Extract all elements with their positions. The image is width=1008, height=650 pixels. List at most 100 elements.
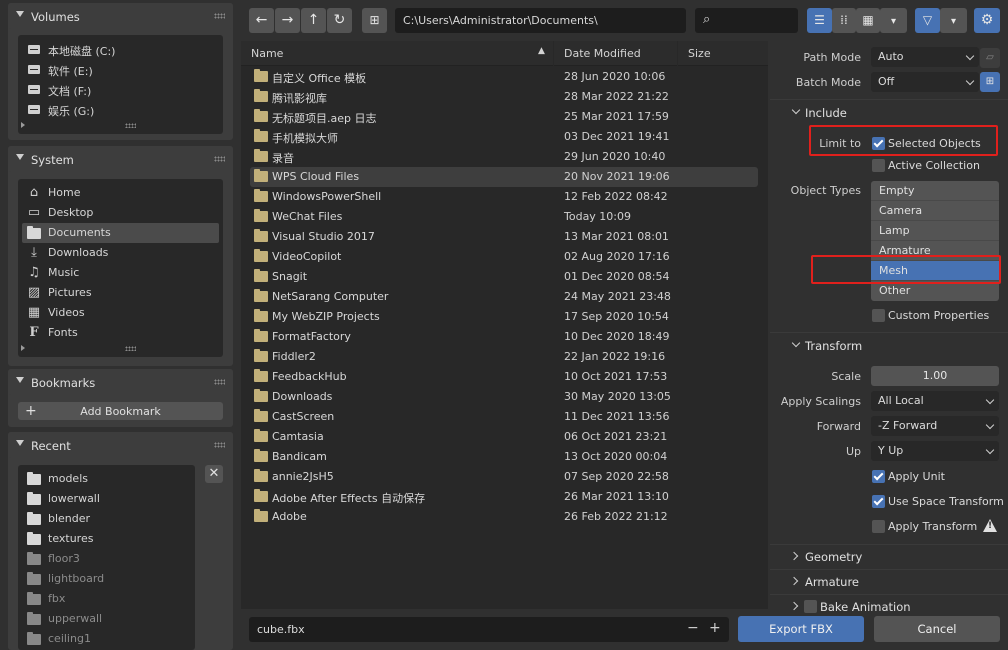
- column-header-date[interactable]: Date Modified: [554, 41, 677, 66]
- increment-filename-button[interactable]: +: [709, 620, 721, 636]
- object-type-camera[interactable]: Camera: [871, 201, 999, 221]
- object-type-lamp[interactable]: Lamp: [871, 221, 999, 241]
- file-row[interactable]: 手机模拟大师 03 Dec 2021 19:41: [250, 127, 758, 147]
- file-row[interactable]: WeChat Files Today 10:09: [250, 207, 758, 227]
- volume-item[interactable]: 本地磁盘 (C:): [22, 40, 219, 60]
- file-row[interactable]: Bandicam 13 Oct 2020 00:04: [250, 447, 758, 467]
- recent-item[interactable]: floor3: [22, 549, 191, 569]
- settings-toggle-button[interactable]: ⚙: [974, 8, 1000, 33]
- display-list-vertical-button[interactable]: ☰: [807, 8, 832, 33]
- system-item-desktop[interactable]: ▭ Desktop: [22, 203, 219, 223]
- file-row[interactable]: 无标题项目.aep 日志 25 Mar 2021 17:59: [250, 107, 758, 127]
- file-row[interactable]: VideoCopilot 02 Aug 2020 17:16: [250, 247, 758, 267]
- custom-properties-checkbox[interactable]: [872, 309, 885, 322]
- recent-panel-header[interactable]: Recent: [8, 432, 233, 458]
- recent-item[interactable]: models: [22, 469, 191, 489]
- parent-directory-button[interactable]: ↑: [301, 8, 326, 33]
- cancel-button[interactable]: Cancel: [874, 616, 1000, 642]
- system-item-downloads[interactable]: ⤓ Downloads: [22, 243, 219, 263]
- bookmarks-panel-header[interactable]: Bookmarks: [8, 369, 233, 395]
- file-row[interactable]: NetSarang Computer 24 May 2021 23:48: [250, 287, 758, 307]
- new-folder-button[interactable]: ⊞: [362, 8, 387, 33]
- include-section-header[interactable]: Include: [805, 106, 847, 120]
- system-item-fonts[interactable]: F Fonts: [22, 323, 219, 343]
- column-header-size[interactable]: Size: [678, 41, 768, 66]
- volume-item[interactable]: 软件 (E:): [22, 60, 219, 80]
- system-item-home[interactable]: ⌂ Home: [22, 183, 219, 203]
- file-row[interactable]: Fiddler2 22 Jan 2022 19:16: [250, 347, 758, 367]
- expand-triangle-icon[interactable]: [21, 345, 25, 351]
- system-panel-header[interactable]: System: [8, 146, 233, 172]
- drag-grip-icon[interactable]: [214, 156, 225, 162]
- forward-dropdown[interactable]: -Z Forward: [871, 416, 999, 436]
- search-input[interactable]: ⌕: [695, 8, 798, 33]
- sort-options-dropdown[interactable]: ▾: [880, 8, 907, 33]
- drag-grip-icon[interactable]: [214, 13, 225, 19]
- list-resize-grip-icon[interactable]: [125, 123, 136, 128]
- filter-toggle-button[interactable]: ▽: [915, 8, 940, 33]
- system-item-documents[interactable]: Documents: [22, 223, 219, 243]
- file-row[interactable]: 录音 29 Jun 2020 10:40: [250, 147, 758, 167]
- apply-transform-checkbox[interactable]: [872, 520, 885, 533]
- transform-section-header[interactable]: Transform: [805, 339, 862, 353]
- active-collection-checkbox[interactable]: [872, 159, 885, 172]
- system-item-music[interactable]: ♫ Music: [22, 263, 219, 283]
- path-mode-dropdown[interactable]: Auto: [871, 47, 979, 67]
- add-bookmark-button[interactable]: + Add Bookmark: [18, 402, 223, 420]
- drag-grip-icon[interactable]: [214, 379, 225, 385]
- path-input[interactable]: C:\Users\Administrator\Documents\: [395, 8, 686, 33]
- apply-unit-checkbox[interactable]: [872, 470, 885, 483]
- armature-section-header[interactable]: Armature: [805, 575, 859, 589]
- system-item-pictures[interactable]: ▨ Pictures: [22, 283, 219, 303]
- column-header-name[interactable]: Name ▲: [241, 41, 553, 66]
- file-row[interactable]: CastScreen 11 Dec 2021 13:56: [250, 407, 758, 427]
- file-row[interactable]: Adobe After Effects 自动保存 26 Mar 2021 13:1…: [250, 487, 758, 507]
- filter-options-dropdown[interactable]: ▾: [940, 8, 967, 33]
- recent-item[interactable]: fbx: [22, 589, 191, 609]
- file-row[interactable]: My WebZIP Projects 17 Sep 2020 10:54: [250, 307, 758, 327]
- back-button[interactable]: ←: [249, 8, 274, 33]
- recent-item[interactable]: upperwall: [22, 609, 191, 629]
- batch-own-dir-toggle[interactable]: ⊞: [980, 72, 1000, 92]
- recent-item[interactable]: lowerwall: [22, 489, 191, 509]
- apply-scalings-dropdown[interactable]: All Local: [871, 391, 999, 411]
- up-dropdown[interactable]: Y Up: [871, 441, 999, 461]
- expand-triangle-icon[interactable]: [21, 122, 25, 128]
- file-row[interactable]: annie2JsH5 07 Sep 2020 22:58: [250, 467, 758, 487]
- batch-mode-dropdown[interactable]: Off: [871, 72, 979, 92]
- export-fbx-button[interactable]: Export FBX: [738, 616, 864, 642]
- file-row[interactable]: Visual Studio 2017 13 Mar 2021 08:01: [250, 227, 758, 247]
- display-list-horizontal-button[interactable]: ⁞⁞: [832, 8, 856, 33]
- object-type-other[interactable]: Other: [871, 281, 999, 301]
- filename-input[interactable]: cube.fbx − +: [249, 617, 729, 642]
- clear-recent-button[interactable]: ✕: [205, 465, 223, 483]
- system-item-videos[interactable]: ▦ Videos: [22, 303, 219, 323]
- file-row[interactable]: 自定义 Office 模板 28 Jun 2020 10:06: [250, 67, 758, 87]
- recent-item[interactable]: lightboard: [22, 569, 191, 589]
- recent-item[interactable]: ceiling1: [22, 629, 191, 649]
- display-thumbnails-button[interactable]: ▦: [856, 8, 880, 33]
- recent-item[interactable]: blender: [22, 509, 191, 529]
- decrement-filename-button[interactable]: −: [687, 620, 699, 636]
- refresh-button[interactable]: ↻: [327, 8, 352, 33]
- file-row[interactable]: Downloads 30 May 2020 13:05: [250, 387, 758, 407]
- bake-animation-section-header[interactable]: Bake Animation: [820, 600, 911, 614]
- object-type-empty[interactable]: Empty: [871, 181, 999, 201]
- file-row[interactable]: FormatFactory 10 Dec 2020 18:49: [250, 327, 758, 347]
- file-row[interactable]: Snagit 01 Dec 2020 08:54: [250, 267, 758, 287]
- file-row[interactable]: Adobe 26 Feb 2022 21:12: [250, 507, 758, 527]
- embed-textures-toggle[interactable]: ▱: [980, 48, 1000, 68]
- volumes-panel-header[interactable]: Volumes: [8, 3, 233, 29]
- use-space-transform-checkbox[interactable]: [872, 495, 885, 508]
- scale-field[interactable]: 1.00: [871, 366, 999, 386]
- bake-animation-checkbox[interactable]: [804, 600, 817, 613]
- forward-button[interactable]: →: [275, 8, 300, 33]
- volume-item[interactable]: 娱乐 (G:): [22, 100, 219, 120]
- list-resize-grip-icon[interactable]: [125, 346, 136, 351]
- file-row[interactable]: WindowsPowerShell 12 Feb 2022 08:42: [250, 187, 758, 207]
- file-row[interactable]: FeedbackHub 10 Oct 2021 17:53: [250, 367, 758, 387]
- recent-item[interactable]: textures: [22, 529, 191, 549]
- volume-item[interactable]: 文档 (F:): [22, 80, 219, 100]
- drag-grip-icon[interactable]: [214, 442, 225, 448]
- file-row[interactable]: Camtasia 06 Oct 2021 23:21: [250, 427, 758, 447]
